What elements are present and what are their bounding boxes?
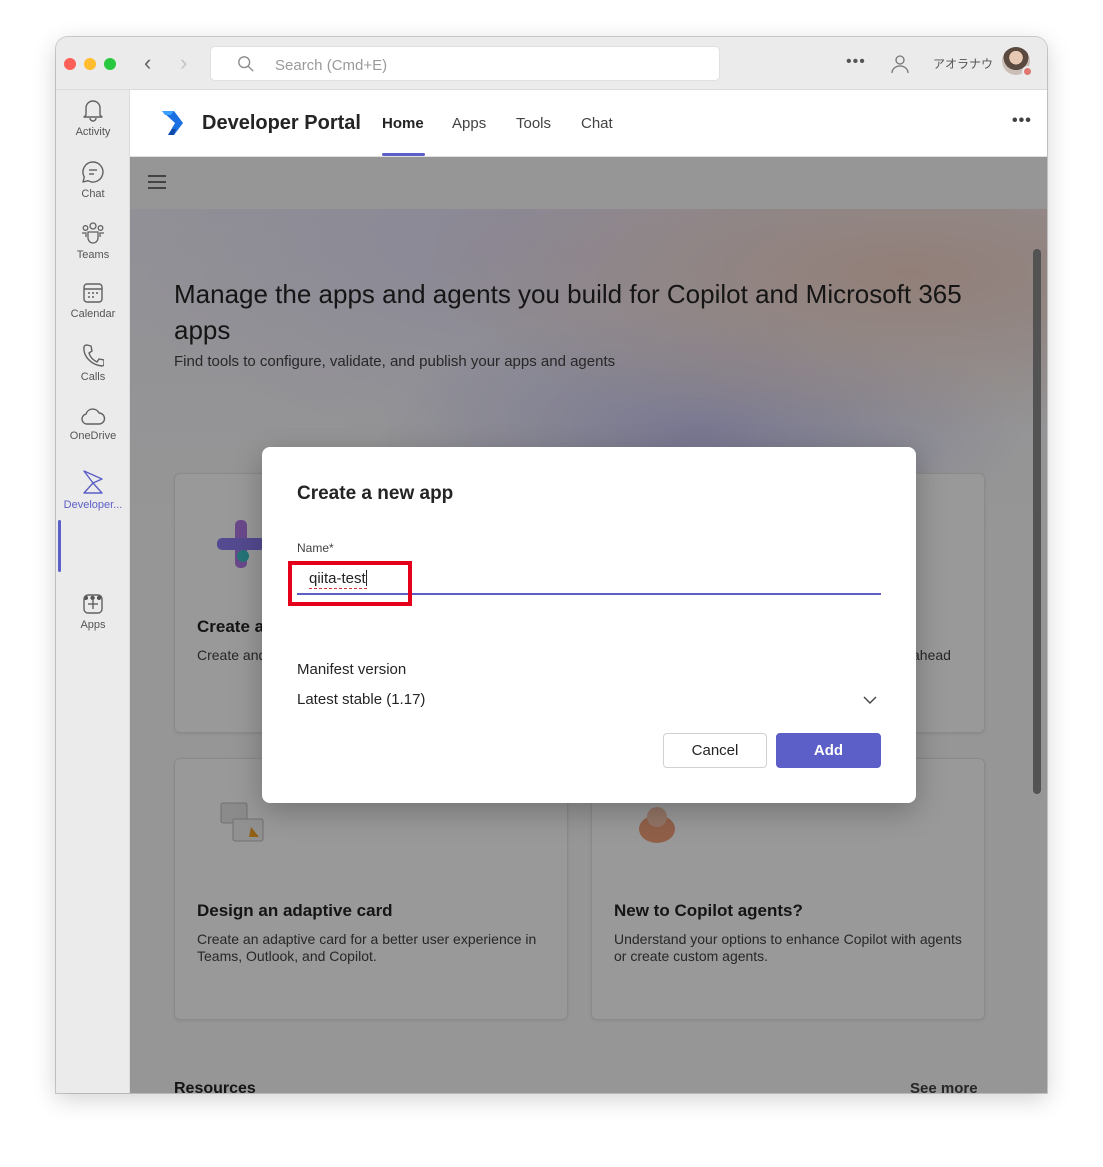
rail-label-developer: Developer... <box>63 499 123 511</box>
rail-item-activity[interactable]: Activity <box>56 98 130 156</box>
app-title: Developer Portal <box>202 112 361 134</box>
active-tab-indicator <box>382 153 425 156</box>
app-header: Developer Portal Home Apps Tools Chat ••… <box>130 90 1047 157</box>
bell-icon <box>83 100 103 122</box>
developer-portal-logo-icon <box>162 111 183 135</box>
tab-apps[interactable]: Apps <box>452 115 486 132</box>
rail-label-apps: Apps <box>80 619 106 631</box>
rail-item-developer-portal[interactable]: Developer... <box>56 469 130 527</box>
cancel-button[interactable]: Cancel <box>663 733 767 768</box>
zoom-window-button[interactable] <box>104 58 116 70</box>
tab-chat[interactable]: Chat <box>581 115 613 132</box>
minimize-window-button[interactable] <box>84 58 96 70</box>
rail-item-calls[interactable]: Calls <box>56 343 130 401</box>
manifest-version-select[interactable]: Latest stable (1.17) <box>297 687 881 717</box>
rail-label-chat: Chat <box>81 188 105 200</box>
rail-label-calls: Calls <box>80 371 106 383</box>
search-placeholder: Search (Cmd+E) <box>275 57 388 74</box>
rail-item-teams[interactable]: Teams <box>56 221 130 279</box>
avatar[interactable] <box>1002 47 1033 77</box>
search-icon <box>238 56 254 72</box>
user-name: アオラナウ <box>933 57 994 71</box>
highlight-annotation <box>288 561 412 606</box>
back-arrow-icon[interactable]: ‹ <box>144 51 151 75</box>
teams-icon <box>82 222 104 244</box>
rail-active-indicator <box>58 520 61 572</box>
title-bar: ‹ › Search (Cmd+E) ••• アオラナウ <box>56 37 1047 90</box>
tab-home[interactable]: Home <box>382 115 424 132</box>
close-window-button[interactable] <box>64 58 76 70</box>
name-label: Name* <box>297 541 334 555</box>
cloud-icon <box>81 408 106 425</box>
rail-item-calendar[interactable]: Calendar <box>56 282 130 340</box>
phone-icon <box>83 344 104 367</box>
tab-tools[interactable]: Tools <box>516 115 551 132</box>
search-input[interactable]: Search (Cmd+E) <box>210 46 720 81</box>
forward-arrow-icon[interactable]: › <box>180 51 187 75</box>
rail-item-onedrive[interactable]: OneDrive <box>56 408 130 466</box>
rail-item-chat[interactable]: Chat <box>56 160 130 218</box>
add-app-icon <box>83 594 103 614</box>
rail-item-apps[interactable]: Apps <box>56 593 130 651</box>
rail-label-onedrive: OneDrive <box>69 430 117 442</box>
create-app-dialog: Create a new app Name* qiita-test Manife… <box>262 447 916 803</box>
add-button[interactable]: Add <box>776 733 881 768</box>
manifest-version-label: Manifest version <box>297 661 407 678</box>
rail-label-activity: Activity <box>75 126 111 138</box>
calendar-icon <box>83 283 103 303</box>
manifest-version-value: Latest stable (1.17) <box>297 691 426 708</box>
chevron-down-icon <box>863 696 877 704</box>
dialog-title: Create a new app <box>297 483 454 504</box>
header-more-icon[interactable]: ••• <box>1012 112 1032 130</box>
app-rail: Activity Chat Teams Calendar Calls OneDr… <box>56 90 130 1093</box>
rail-label-teams: Teams <box>76 249 110 261</box>
person-icon[interactable] <box>890 54 910 74</box>
rail-label-calendar: Calendar <box>70 308 116 320</box>
developer-portal-icon <box>83 470 103 494</box>
more-options-icon[interactable]: ••• <box>846 53 866 71</box>
presence-badge <box>1022 66 1033 77</box>
chat-icon <box>82 161 104 183</box>
